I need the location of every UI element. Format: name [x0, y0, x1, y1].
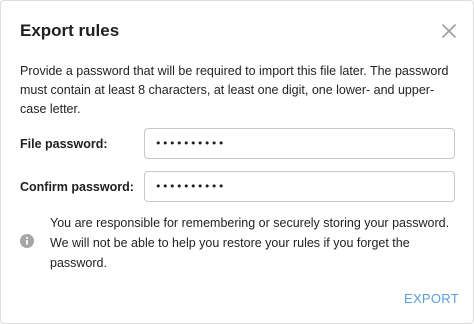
confirm-password-input[interactable] [144, 171, 455, 202]
close-icon[interactable] [438, 20, 460, 42]
password-warning-text: You are responsible for remembering or s… [50, 216, 450, 270]
export-button[interactable]: EXPORT [403, 287, 459, 309]
dialog-description: Provide a password that will be required… [20, 64, 449, 116]
confirm-password-label: Confirm password: [20, 180, 134, 194]
file-password-input[interactable] [144, 128, 455, 159]
file-password-label: File password: [20, 137, 108, 151]
export-rules-dialog: Export rules Provide a password that wil… [0, 0, 474, 324]
dialog-title: Export rules [20, 21, 120, 40]
info-icon [20, 234, 34, 248]
